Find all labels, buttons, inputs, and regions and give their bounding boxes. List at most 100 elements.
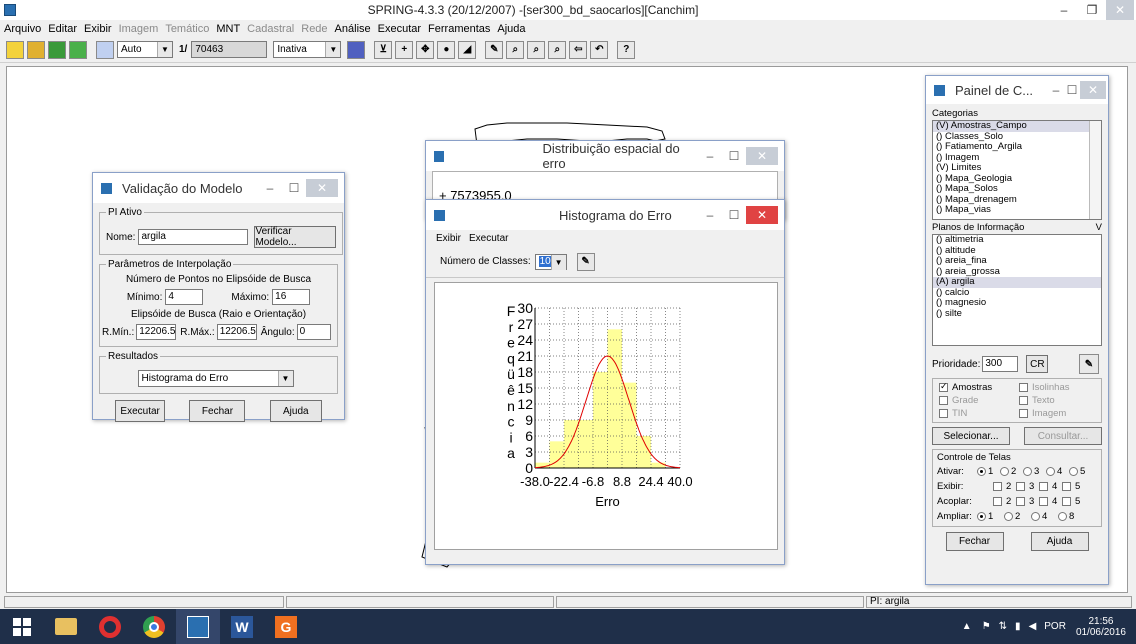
minimize-button[interactable]: – xyxy=(698,149,722,163)
tray-chevron-icon[interactable]: ▲ xyxy=(962,621,972,632)
categoria-item[interactable]: () Mapa_Solos xyxy=(933,183,1101,195)
categoria-item[interactable]: () Mapa_vias xyxy=(933,204,1101,216)
network-icon[interactable]: ⇅ xyxy=(999,621,1007,632)
radio-icon[interactable] xyxy=(1058,512,1067,521)
plano-item[interactable]: () silte xyxy=(933,308,1101,320)
ajuda-button[interactable]: Ajuda xyxy=(269,400,322,422)
close-button[interactable]: ✕ xyxy=(746,206,778,224)
planos-list[interactable]: () altimetria() altitude() areia_fina() … xyxy=(932,234,1102,346)
texto-check[interactable]: Texto xyxy=(1019,395,1055,406)
minimize-button[interactable]: – xyxy=(1048,83,1064,97)
menu-exibir[interactable]: Exibir xyxy=(436,233,461,244)
layers-icon[interactable] xyxy=(48,40,66,59)
zoom-area-icon[interactable]: ⌕ xyxy=(506,40,525,59)
mode-select[interactable]: Inativa ▼ xyxy=(273,41,342,58)
menu-arquivo[interactable]: Arquivo xyxy=(4,23,41,35)
nome-input[interactable]: argila xyxy=(138,229,249,245)
checkbox-icon[interactable] xyxy=(1039,497,1048,506)
checkbox-icon[interactable] xyxy=(1062,497,1071,506)
cr-button[interactable]: CR xyxy=(1026,355,1049,373)
menu-mnt[interactable]: MNT xyxy=(216,23,240,35)
plano-item[interactable]: () altimetria xyxy=(933,235,1101,246)
checkbox-icon[interactable] xyxy=(993,482,1002,491)
wifi-signal-icon[interactable]: ▮ xyxy=(1015,621,1021,632)
rmax-input[interactable]: 12206.5 xyxy=(216,324,257,340)
checkbox-icon[interactable] xyxy=(1039,482,1048,491)
minimo-input[interactable]: 4 xyxy=(165,289,204,305)
minimize-button[interactable]: – xyxy=(258,181,282,195)
categoria-item[interactable]: (V) Limites xyxy=(933,162,1101,174)
maximize-button[interactable]: ❐ xyxy=(1078,0,1106,20)
menu-ferramentas[interactable]: Ferramentas xyxy=(428,23,490,35)
back-icon[interactable]: ⇦ xyxy=(569,40,588,59)
display-mode-icon[interactable] xyxy=(96,40,114,59)
categoria-item[interactable]: (V) Amostras_Campo xyxy=(933,121,1101,132)
rmin-input[interactable]: 12206.5 xyxy=(136,324,177,340)
minimize-button[interactable]: – xyxy=(698,208,722,222)
cursor-cross-icon[interactable]: + xyxy=(395,40,414,59)
menu-executar[interactable]: Executar xyxy=(469,233,508,244)
help-icon[interactable]: ? xyxy=(617,40,636,59)
menu-exibir[interactable]: Exibir xyxy=(84,23,112,35)
grid-icon[interactable] xyxy=(347,40,366,59)
consultar-button[interactable]: Consultar... xyxy=(1024,427,1102,445)
scale-input[interactable]: 70463 xyxy=(191,41,268,58)
selecionar-button[interactable]: Selecionar... xyxy=(932,427,1010,445)
menu-cadastral[interactable]: Cadastral xyxy=(247,23,294,35)
prioridade-input[interactable]: 300 xyxy=(982,356,1019,372)
menu-rede[interactable]: Rede xyxy=(301,23,327,35)
grade-check[interactable]: Grade xyxy=(939,395,1019,406)
radio-icon[interactable] xyxy=(1000,467,1009,476)
plano-item[interactable]: (A) argila xyxy=(933,276,1101,288)
checkbox-icon[interactable] xyxy=(993,497,1002,506)
angulo-input[interactable]: 0 xyxy=(296,324,331,340)
radio-icon[interactable] xyxy=(977,467,986,476)
menu-ajuda[interactable]: Ajuda xyxy=(497,23,525,35)
chrome-icon[interactable] xyxy=(132,609,176,644)
open-database-icon[interactable] xyxy=(6,40,24,59)
undo-icon[interactable]: ↶ xyxy=(590,40,609,59)
edit-pencil-icon[interactable]: ✎ xyxy=(485,40,504,59)
opera-icon[interactable] xyxy=(88,609,132,644)
checkbox-icon[interactable] xyxy=(1016,482,1025,491)
volume-icon[interactable]: ◀ xyxy=(1029,621,1037,632)
zoom-window-icon[interactable]: ⌕ xyxy=(548,40,567,59)
radio-icon[interactable] xyxy=(977,512,986,521)
edit-pencil-icon[interactable]: ✎ xyxy=(1079,354,1099,374)
file-explorer-icon[interactable] xyxy=(44,609,88,644)
menu-executar[interactable]: Executar xyxy=(378,23,421,35)
num-classes-select[interactable]: 10 ▼ xyxy=(534,253,567,270)
maximize-button[interactable]: ☐ xyxy=(1064,83,1080,97)
edit-pencil-icon[interactable]: ✎ xyxy=(576,252,595,271)
spring-taskbar-icon[interactable] xyxy=(176,609,220,644)
minimize-button[interactable]: – xyxy=(1050,0,1078,20)
radio-icon[interactable] xyxy=(1031,512,1040,521)
painel-fechar-button[interactable]: Fechar xyxy=(945,532,1004,551)
foxit-icon[interactable]: G xyxy=(264,609,308,644)
close-button[interactable]: ✕ xyxy=(746,147,778,165)
maximo-input[interactable]: 16 xyxy=(272,289,311,305)
maximize-button[interactable]: ☐ xyxy=(722,208,746,222)
language-indicator[interactable]: POR xyxy=(1044,621,1066,632)
radio-icon[interactable] xyxy=(1069,467,1078,476)
zoom-mode-select[interactable]: Auto ▼ xyxy=(117,41,173,58)
planos-visibility-toggle[interactable]: V xyxy=(1096,222,1102,233)
maximize-button[interactable]: ☐ xyxy=(282,181,306,195)
fechar-button[interactable]: Fechar xyxy=(189,400,246,422)
plano-item[interactable]: () magnesio xyxy=(933,297,1101,309)
categorias-list[interactable]: (V) Amostras_Campo() Classes_Solo() Fati… xyxy=(932,120,1102,220)
menu-tematico[interactable]: Temático xyxy=(165,23,209,35)
draw-icon[interactable] xyxy=(69,40,87,59)
pointer-icon[interactable]: ◢ xyxy=(458,40,477,59)
close-button[interactable]: ✕ xyxy=(1080,81,1106,99)
amostras-check[interactable]: Amostras xyxy=(939,381,1019,393)
checkbox-icon[interactable] xyxy=(1062,482,1071,491)
isolinhas-check[interactable]: Isolinhas xyxy=(1019,382,1070,393)
menu-editar[interactable]: Editar xyxy=(48,23,77,35)
categoria-item[interactable]: () Fatiamento_Argila xyxy=(933,141,1101,153)
resultados-select[interactable]: Histograma do Erro ▼ xyxy=(137,370,294,387)
executar-button[interactable]: Executar xyxy=(115,400,166,422)
categorias-scrollbar[interactable] xyxy=(1089,121,1101,219)
close-button[interactable]: ✕ xyxy=(1106,0,1134,20)
radio-icon[interactable] xyxy=(1004,512,1013,521)
